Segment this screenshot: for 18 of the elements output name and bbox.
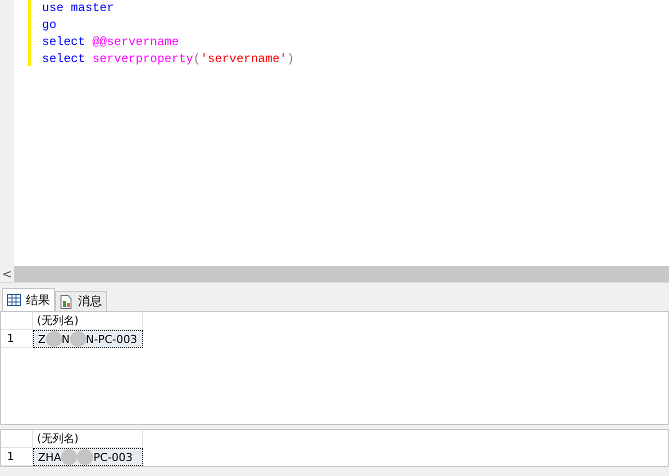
change-marker: [28, 0, 31, 66]
tab-label: 消息: [78, 293, 102, 310]
table-cell[interactable]: ZHA PC-003: [33, 448, 143, 466]
code-line: go: [42, 17, 58, 34]
code-line: select serverproperty('servername'): [42, 51, 294, 68]
tab-label: 结果: [26, 292, 50, 308]
document-icon: [60, 294, 73, 308]
redaction-blot: [70, 331, 86, 347]
code-line: use master: [42, 0, 116, 17]
code-line: select @@servername: [42, 34, 180, 51]
grid-icon: [7, 294, 21, 306]
result-tab[interactable]: 消息: [55, 291, 107, 311]
result-tab[interactable]: 结果: [2, 288, 55, 311]
scroll-left-button[interactable]: <: [0, 266, 14, 282]
redaction-blot: [46, 331, 62, 347]
table-cell[interactable]: Z N N-PC-003: [33, 330, 143, 348]
horizontal-scrollbar[interactable]: <: [0, 266, 669, 282]
row-header: [1, 312, 33, 330]
